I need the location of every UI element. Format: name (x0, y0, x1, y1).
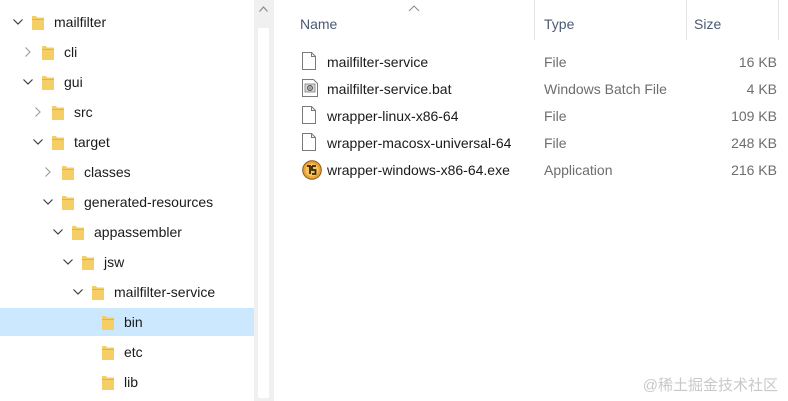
file-name: wrapper-windows-x86-64.exe (327, 162, 510, 178)
tree-item-label: gui (64, 74, 83, 90)
tree-item-cli[interactable]: cli (0, 38, 254, 66)
tree-item-target[interactable]: target (0, 128, 254, 156)
folder-tree: mailfilter cli gui src target classes generate… (0, 0, 254, 401)
chevron-down-icon[interactable] (22, 76, 34, 88)
folder-icon (102, 345, 114, 360)
folder-icon (52, 135, 64, 150)
column-separator[interactable] (686, 0, 687, 40)
file-type: File (544, 135, 567, 151)
tree-item-gui[interactable]: gui (0, 68, 254, 96)
file-name: mailfilter-service.bat (327, 81, 452, 97)
folder-icon (52, 105, 64, 120)
file-type: Windows Batch File (544, 81, 667, 97)
chevron-down-icon[interactable] (12, 16, 24, 28)
column-header-size[interactable]: Size (694, 16, 721, 32)
tree-item-etc[interactable]: etc (0, 338, 254, 366)
tree-item-mailfilter-service[interactable]: mailfilter-service (0, 278, 254, 306)
tree-item-jsw[interactable]: jsw (0, 248, 254, 276)
folder-icon (82, 255, 94, 270)
folder-icon (102, 315, 114, 330)
tree-item-label: appassembler (94, 224, 182, 240)
tree-scrollbar[interactable] (254, 0, 273, 401)
file-type: Application (544, 162, 613, 178)
file-list: Name Type Size mailfilter-service File 16 … (274, 0, 788, 401)
file-size: 109 KB (731, 108, 777, 124)
tree-item-label: generated-resources (84, 194, 214, 210)
file-size: 4 KB (746, 81, 777, 97)
tree-item-label: etc (124, 344, 143, 360)
column-header-name[interactable]: Name (300, 16, 337, 32)
file-row[interactable]: mailfilter-service File 16 KB (274, 48, 788, 75)
file-type: File (544, 54, 567, 70)
tree-item-lib[interactable]: lib (0, 368, 254, 396)
tree-item-classes[interactable]: classes (0, 158, 254, 186)
tree-item-label: mailfilter (54, 14, 107, 30)
sort-ascending-icon (408, 5, 420, 12)
file-row[interactable]: wrapper-windows-x86-64.exe Application 216… (274, 156, 788, 183)
file-name: wrapper-macosx-universal-64 (327, 135, 512, 151)
chevron-right-icon[interactable] (32, 106, 44, 118)
tree-item-label: bin (124, 314, 143, 330)
tree-item-bin[interactable]: bin (0, 308, 254, 336)
file-name: wrapper-linux-x86-64 (327, 108, 459, 124)
tree-item-src[interactable]: src (0, 98, 254, 126)
java-app-icon (302, 160, 322, 180)
file-row[interactable]: mailfilter-service.bat Windows Batch File… (274, 75, 788, 102)
tree-item-generated-resources[interactable]: generated-resources (0, 188, 254, 216)
watermark: @稀土掘金技术社区 (642, 377, 778, 394)
blank-file-icon (302, 52, 320, 72)
tree-item-label: jsw (104, 254, 125, 270)
blank-file-icon (302, 133, 320, 153)
tree-item-label: src (74, 104, 93, 120)
file-size: 248 KB (731, 135, 777, 151)
batch-file-icon (302, 79, 320, 99)
tree-item-label: classes (84, 164, 131, 180)
chevron-down-icon[interactable] (72, 286, 84, 298)
file-row[interactable]: wrapper-linux-x86-64 File 109 KB (274, 102, 788, 129)
file-type: File (544, 108, 567, 124)
tree-item-mailfilter[interactable]: mailfilter (0, 8, 254, 36)
blank-file-icon (302, 106, 320, 126)
folder-icon (72, 225, 84, 240)
chevron-down-icon[interactable] (42, 196, 54, 208)
scrollbar-thumb[interactable] (258, 28, 269, 398)
folder-icon (62, 195, 74, 210)
tree-item-appassembler[interactable]: appassembler (0, 218, 254, 246)
tree-item-label: lib (124, 374, 139, 390)
column-separator[interactable] (778, 0, 779, 40)
file-name: mailfilter-service (327, 54, 429, 70)
column-header-type[interactable]: Type (544, 16, 574, 32)
chevron-down-icon[interactable] (62, 256, 74, 268)
chevron-down-icon[interactable] (32, 136, 44, 148)
folder-icon (42, 75, 54, 90)
file-size: 16 KB (738, 54, 777, 70)
chevron-right-icon[interactable] (42, 166, 54, 178)
tree-item-label: mailfilter-service (114, 284, 216, 300)
scroll-up-arrow-icon[interactable] (254, 0, 273, 17)
file-size: 216 KB (731, 162, 777, 178)
folder-icon (92, 285, 104, 300)
tree-item-label: target (74, 134, 110, 150)
folder-icon (32, 15, 44, 30)
file-row[interactable]: wrapper-macosx-universal-64 File 248 KB (274, 129, 788, 156)
chevron-right-icon[interactable] (22, 46, 34, 58)
tree-item-label: cli (64, 44, 78, 60)
column-separator[interactable] (534, 0, 535, 40)
folder-icon (42, 45, 54, 60)
chevron-down-icon[interactable] (52, 226, 64, 238)
folder-icon (102, 375, 114, 390)
folder-icon (62, 165, 74, 180)
